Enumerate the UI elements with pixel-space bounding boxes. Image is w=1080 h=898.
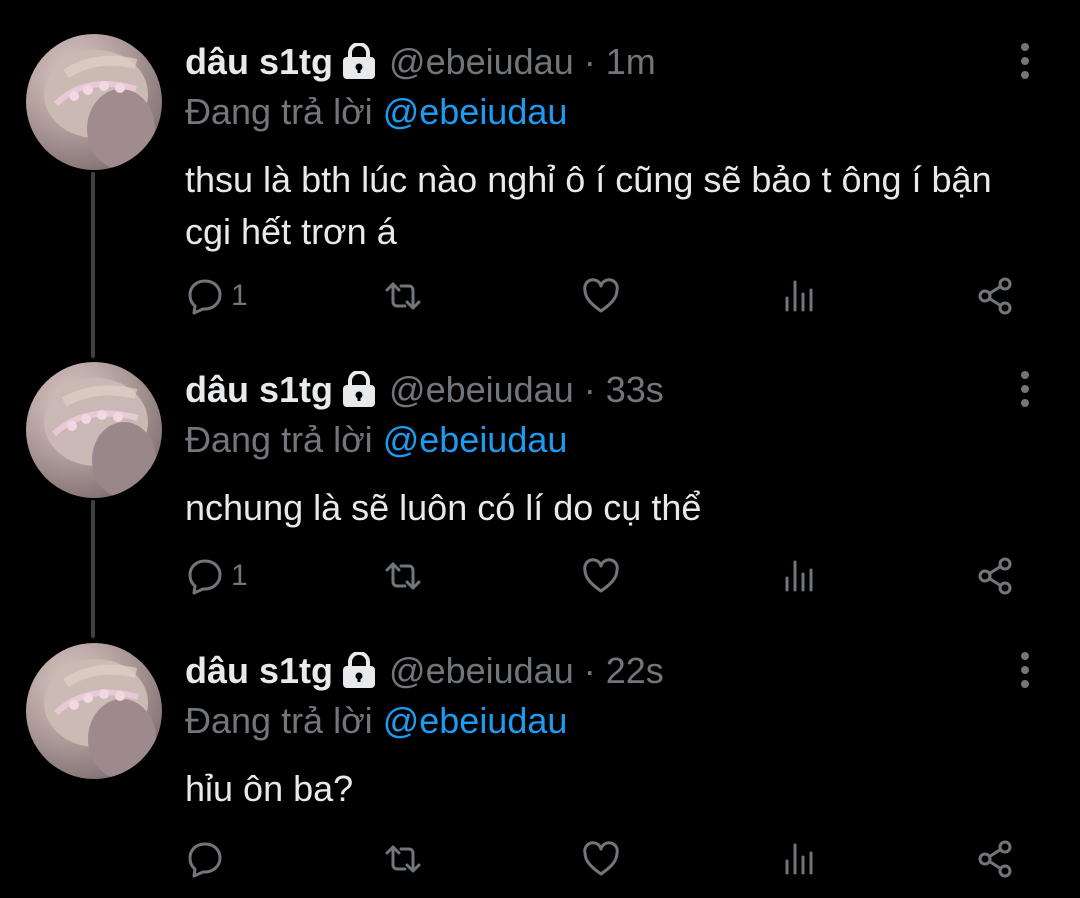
retweet-icon bbox=[385, 282, 421, 310]
avatar[interactable] bbox=[26, 362, 162, 498]
lock-icon bbox=[341, 651, 377, 690]
share-button[interactable] bbox=[975, 554, 1015, 598]
retweet-icon bbox=[385, 562, 421, 590]
display-name[interactable]: dâu s1tg bbox=[185, 366, 333, 414]
reply-icon bbox=[188, 279, 222, 315]
retweet-button[interactable] bbox=[383, 274, 423, 318]
reply-icon bbox=[188, 559, 222, 595]
reply-icon bbox=[188, 842, 222, 878]
tweet-actions bbox=[185, 837, 1025, 881]
tweet-timestamp[interactable]: 22s bbox=[606, 647, 664, 695]
tweet-text: thsu là bth lúc nào nghỉ ô í cũng sẽ bảo… bbox=[185, 159, 992, 252]
tweet-actions: 1 bbox=[185, 554, 1025, 598]
tweet-text: nchung là sẽ luôn có lí do cụ thể bbox=[185, 487, 702, 528]
more-icon[interactable] bbox=[1008, 369, 1042, 409]
analytics-icon bbox=[785, 843, 813, 875]
replying-to-mention[interactable]: @ebeiudau bbox=[383, 91, 568, 132]
separator-dot: · bbox=[583, 369, 596, 410]
reply-count: 1 bbox=[231, 559, 248, 592]
avatar[interactable] bbox=[26, 643, 162, 779]
tweet-timestamp[interactable]: 33s bbox=[606, 366, 664, 414]
like-button[interactable] bbox=[581, 837, 621, 881]
replying-to-mention[interactable]: @ebeiudau bbox=[383, 419, 568, 460]
retweet-button[interactable] bbox=[383, 554, 423, 598]
reply-button[interactable] bbox=[185, 837, 231, 881]
more-icon[interactable] bbox=[1008, 41, 1042, 81]
views-button[interactable] bbox=[779, 274, 819, 318]
replying-to: Đang trả lời @ebeiudau bbox=[185, 88, 567, 136]
separator-dot: · bbox=[583, 41, 596, 82]
tweet-header: dâu s1tg @ebeiudau · 22s bbox=[185, 647, 664, 695]
share-icon bbox=[978, 840, 1012, 878]
tweet-header: dâu s1tg @ebeiudau · 33s bbox=[185, 366, 664, 414]
analytics-icon bbox=[785, 560, 813, 592]
views-button[interactable] bbox=[779, 554, 819, 598]
share-icon bbox=[978, 557, 1012, 595]
replying-to-label: Đang trả lời bbox=[185, 91, 373, 132]
replying-to-label: Đang trả lời bbox=[185, 700, 373, 741]
like-button[interactable] bbox=[581, 274, 621, 318]
reply-button[interactable]: 1 bbox=[185, 274, 248, 318]
views-button[interactable] bbox=[779, 837, 819, 881]
share-button[interactable] bbox=[975, 274, 1015, 318]
share-button[interactable] bbox=[975, 837, 1015, 881]
user-handle[interactable]: @ebeiudau bbox=[389, 647, 574, 695]
tweet-timestamp[interactable]: 1m bbox=[606, 38, 656, 86]
replying-to-label: Đang trả lời bbox=[185, 419, 373, 460]
like-button[interactable] bbox=[581, 554, 621, 598]
retweet-icon bbox=[385, 845, 421, 873]
avatar[interactable] bbox=[26, 34, 162, 170]
tweet-header: dâu s1tg @ebeiudau · 1m bbox=[185, 38, 656, 86]
separator-dot: · bbox=[583, 650, 596, 691]
heart-icon bbox=[583, 278, 619, 313]
tweet[interactable]: dâu s1tg @ebeiudau · 1m Đang trả lời @eb… bbox=[0, 0, 1080, 340]
tweet[interactable]: dâu s1tg @ebeiudau · 22s Đang trả lời @e… bbox=[0, 625, 1080, 898]
replying-to-mention[interactable]: @ebeiudau bbox=[383, 700, 568, 741]
reply-count: 1 bbox=[231, 279, 248, 312]
tweet[interactable]: dâu s1tg @ebeiudau · 33s Đang trả lời @e… bbox=[0, 340, 1080, 625]
display-name[interactable]: dâu s1tg bbox=[185, 647, 333, 695]
retweet-button[interactable] bbox=[383, 837, 423, 881]
more-icon[interactable] bbox=[1008, 650, 1042, 690]
heart-icon bbox=[583, 841, 619, 876]
display-name[interactable]: dâu s1tg bbox=[185, 38, 333, 86]
tweet-text: hỉu ôn ba? bbox=[185, 768, 354, 809]
share-icon bbox=[978, 277, 1012, 315]
replying-to: Đang trả lời @ebeiudau bbox=[185, 416, 567, 464]
user-handle[interactable]: @ebeiudau bbox=[389, 366, 574, 414]
lock-icon bbox=[341, 42, 377, 81]
user-handle[interactable]: @ebeiudau bbox=[389, 38, 574, 86]
reply-button[interactable]: 1 bbox=[185, 554, 248, 598]
heart-icon bbox=[583, 558, 619, 593]
replying-to: Đang trả lời @ebeiudau bbox=[185, 697, 567, 745]
tweet-actions: 1 bbox=[185, 274, 1025, 318]
analytics-icon bbox=[785, 280, 813, 312]
lock-icon bbox=[341, 370, 377, 409]
